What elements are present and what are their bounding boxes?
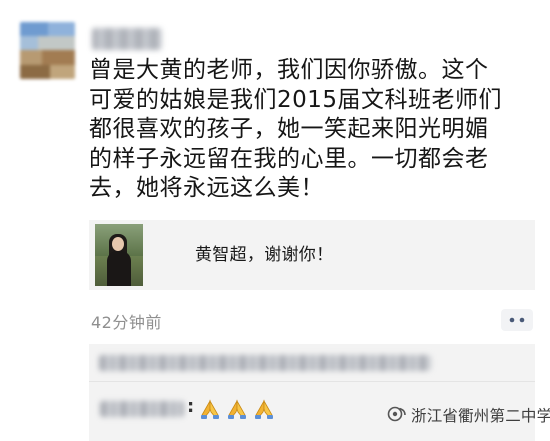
prayer-hands-icon xyxy=(201,399,219,419)
prayer-hands-icon xyxy=(255,399,273,419)
comment-redacted[interactable] xyxy=(99,355,431,371)
post-timestamp: 42分钟前 xyxy=(91,313,162,332)
wechat-official-account-icon xyxy=(387,406,406,422)
shared-article-card[interactable]: 黄智超，谢谢你！ xyxy=(89,220,535,290)
more-dots-icon xyxy=(509,317,525,323)
moments-post-screen: 曾是大黄的老师，我们因你骄傲。这个 可爱的姑娘是我们2015届文科班老师们 都很… xyxy=(0,0,550,441)
commenter-name-redacted[interactable] xyxy=(100,401,184,417)
post-text-line: 曾是大黄的老师，我们因你骄傲。这个 xyxy=(89,57,489,83)
comments-divider xyxy=(89,381,535,382)
author-name-redacted[interactable] xyxy=(92,28,162,50)
comment-emojis xyxy=(198,398,278,420)
more-actions-button[interactable] xyxy=(501,309,533,331)
comment-colon: : xyxy=(187,396,195,417)
shared-article-thumbnail xyxy=(95,224,143,286)
post-text-line: 去，她将永远这么美！ xyxy=(89,175,324,201)
post-text: 曾是大黄的老师，我们因你骄傲。这个 可爱的姑娘是我们2015届文科班老师们 都很… xyxy=(89,56,529,204)
author-avatar[interactable] xyxy=(20,22,75,79)
prayer-hands-icon xyxy=(228,399,246,419)
shared-article-title: 黄智超，谢谢你！ xyxy=(195,245,334,265)
watermark-text: 浙江省衢州第二中学 xyxy=(411,407,550,425)
post-text-line: 都很喜欢的孩子，她一笑起来阳光明媚 xyxy=(89,116,489,142)
post-text-line: 的样子永远留在我的心里。一切都会老 xyxy=(89,145,489,172)
post-text-line: 可爱的姑娘是我们2015届文科班老师们 xyxy=(89,86,503,113)
